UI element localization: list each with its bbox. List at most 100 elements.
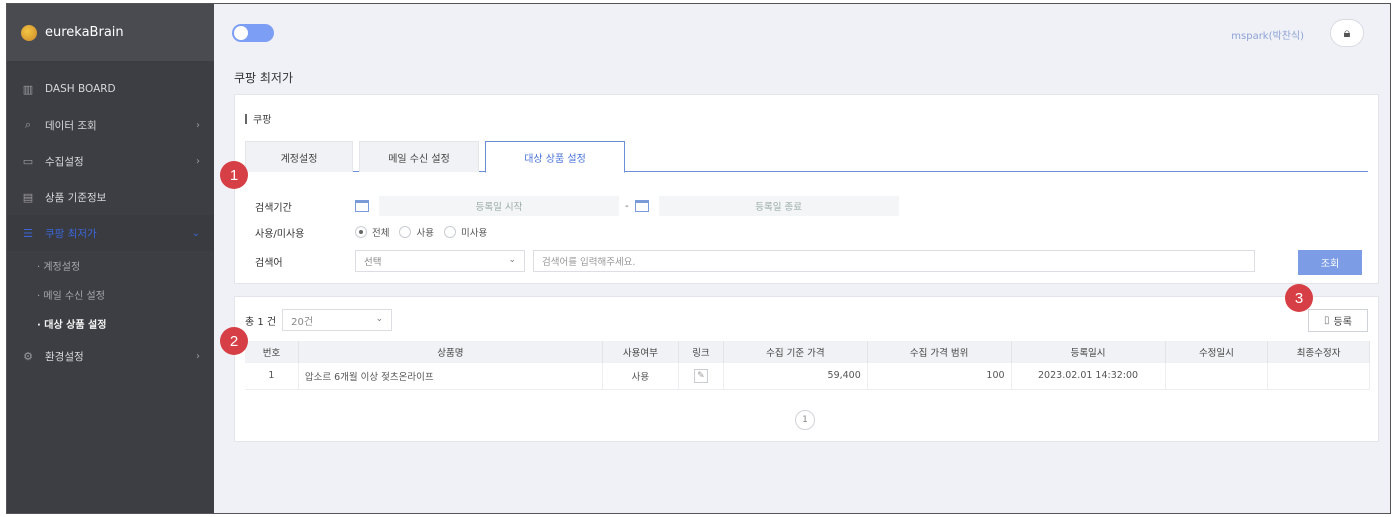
sidebar-item-label: 상품 기준정보 bbox=[45, 191, 107, 204]
bar-chart-icon: ▥ bbox=[22, 82, 34, 96]
cell-created: 2023.02.01 14:32:00 bbox=[1011, 363, 1166, 390]
sidebar-item-data-search[interactable]: ⌕ 데이터 조회 › bbox=[7, 107, 214, 143]
result-card: 총 1 건 20건 ⌄ ▯ 등록 번호 상품명 사용여부 링크 수집 기준 가격… bbox=[234, 296, 1379, 442]
radio-label: 미사용 bbox=[460, 228, 488, 239]
keyword-row: 검색어 선택 ⌄ 검색어를 입력해주세요. bbox=[255, 250, 1255, 272]
date-start-input[interactable]: 등록일 시작 bbox=[379, 196, 619, 216]
chevron-right-icon: › bbox=[196, 350, 200, 362]
use-filter-row: 사용/미사용 전체 사용 미사용 bbox=[255, 221, 497, 243]
col-created[interactable]: 등록일시 bbox=[1011, 341, 1166, 363]
keyword-label: 검색어 bbox=[255, 257, 283, 269]
select-value: 선택 bbox=[364, 257, 382, 268]
sidebar-item-collect-settings[interactable]: ▭ 수집설정 › bbox=[7, 143, 214, 179]
keyword-input[interactable]: 검색어를 입력해주세요. bbox=[533, 250, 1255, 272]
col-modifier[interactable]: 최종수정자 bbox=[1267, 341, 1370, 363]
sidebar-item-label: 쿠팡 최저가 bbox=[45, 227, 97, 240]
use-label: 사용/미사용 bbox=[255, 228, 305, 240]
col-modified[interactable]: 수정일시 bbox=[1165, 341, 1269, 363]
date-label: 검색기간 bbox=[255, 202, 292, 214]
search-button[interactable]: 조회 bbox=[1298, 250, 1362, 275]
table-header: 번호 상품명 사용여부 링크 수집 기준 가격 수집 가격 범위 등록일시 수정… bbox=[245, 341, 1370, 363]
cell-name[interactable]: 압소르 6개월 이상 젖츠온라이프 bbox=[298, 363, 603, 390]
sidebar-item-label: 환경설정 bbox=[45, 350, 84, 363]
cell-use: 사용 bbox=[602, 363, 679, 390]
pagination-page[interactable]: 1 bbox=[795, 410, 815, 430]
date-end-input[interactable]: 등록일 종료 bbox=[658, 196, 899, 216]
radio-dot bbox=[443, 226, 456, 238]
chevron-down-icon: ⌄ bbox=[191, 227, 200, 239]
sidebar-item-label: 데이터 조회 bbox=[45, 119, 97, 132]
lock-icon: 🔒︎ bbox=[1343, 25, 1351, 41]
brand[interactable]: eurekaBrain bbox=[7, 4, 214, 61]
cell-no: 1 bbox=[245, 363, 299, 390]
calendar-icon[interactable] bbox=[634, 200, 649, 212]
sidebar-item-environment[interactable]: ⚙ 환경설정 › bbox=[7, 338, 214, 374]
keyword-type-select[interactable]: 선택 ⌄ bbox=[355, 250, 525, 272]
col-base-price[interactable]: 수집 기준 가격 bbox=[723, 341, 868, 363]
annotation-marker-2: 2 bbox=[220, 327, 248, 355]
col-name[interactable]: 상품명 bbox=[298, 341, 603, 363]
result-table: 번호 상품명 사용여부 링크 수집 기준 가격 수집 가격 범위 등록일시 수정… bbox=[245, 341, 1370, 390]
result-toolbar: 총 1 건 20건 ⌄ bbox=[245, 309, 393, 331]
radio-label: 전체 bbox=[372, 228, 390, 239]
chevron-down-icon: ⌄ bbox=[375, 314, 384, 324]
col-link[interactable]: 링크 bbox=[678, 341, 725, 363]
link-icon[interactable]: ✎ bbox=[693, 368, 708, 383]
radio-all[interactable]: 전체 bbox=[355, 225, 389, 239]
cell-link: ✎ bbox=[678, 363, 725, 390]
sidebar-item-product-info[interactable]: ▤ 상품 기준정보 bbox=[7, 179, 214, 215]
page-title: 쿠팡 최저가 bbox=[234, 71, 294, 85]
sidebar: eurekaBrain ▥ DASH BOARD ⌕ 데이터 조회 › ▭ 수집… bbox=[7, 4, 214, 513]
radio-used[interactable]: 사용 bbox=[399, 225, 434, 239]
cell-base-price: 59,400 bbox=[723, 363, 868, 390]
document-icon: ▤ bbox=[22, 190, 34, 204]
tab-target-product[interactable]: 대상 상품 설정 bbox=[485, 141, 625, 173]
chevron-right-icon: › bbox=[196, 155, 200, 167]
sidebar-item-label: DASH BOARD bbox=[45, 83, 116, 95]
calendar-icon[interactable] bbox=[355, 200, 369, 212]
chevron-down-icon: ⌄ bbox=[508, 255, 516, 265]
radio-unused[interactable]: 미사용 bbox=[443, 225, 488, 239]
radio-dot bbox=[399, 226, 412, 238]
table-row[interactable]: 1 압소르 6개월 이상 젖츠온라이프 사용 ✎ 59,400 100 2023… bbox=[245, 363, 1370, 390]
list-icon: ☰ bbox=[23, 226, 33, 240]
tab-account-settings[interactable]: 계정설정 bbox=[245, 141, 353, 172]
tab-mail-settings[interactable]: 메일 수신 설정 bbox=[359, 141, 479, 172]
register-button[interactable]: ▯ 등록 bbox=[1308, 309, 1368, 332]
sidebar-toggle[interactable] bbox=[232, 24, 274, 42]
radio-label: 사용 bbox=[416, 228, 434, 239]
search-icon: ⌕ bbox=[24, 118, 32, 131]
cell-modifier bbox=[1267, 363, 1370, 390]
breadcrumb: 쿠팡 bbox=[245, 111, 271, 126]
lock-button[interactable]: 🔒︎ bbox=[1330, 19, 1364, 47]
subitem-target-product[interactable]: · 대상 상품 설정 bbox=[7, 309, 214, 338]
sidebar-item-coupang-lowest[interactable]: ☰ 쿠팡 최저가 ⌄ bbox=[7, 215, 214, 251]
date-range-row: 검색기간 등록일 시작 - 등록일 종료 bbox=[255, 195, 899, 217]
main-content: mspark(박찬식) 🔒︎ 쿠팡 최저가 쿠팡 계정설정 메일 수신 설정 대… bbox=[214, 4, 1390, 513]
page-size-value: 20건 bbox=[291, 316, 314, 328]
sidebar-item-dashboard[interactable]: ▥ DASH BOARD bbox=[7, 71, 214, 107]
app-frame: eurekaBrain ▥ DASH BOARD ⌕ 데이터 조회 › ▭ 수집… bbox=[6, 3, 1391, 514]
tab-bar: 계정설정 메일 수신 설정 대상 상품 설정 bbox=[245, 135, 1368, 173]
annotation-marker-1: 1 bbox=[220, 161, 248, 189]
chevron-right-icon: › bbox=[196, 119, 200, 131]
brand-name: eurekaBrain bbox=[45, 25, 124, 40]
document-icon: ▯ bbox=[1324, 315, 1330, 326]
page-size-select[interactable]: 20건 ⌄ bbox=[282, 309, 393, 331]
annotation-marker-3: 3 bbox=[1285, 284, 1313, 312]
cell-modified bbox=[1165, 363, 1269, 390]
user-name: mspark(박찬식) bbox=[1231, 31, 1304, 42]
cell-range: 100 bbox=[867, 363, 1012, 390]
col-range[interactable]: 수집 가격 범위 bbox=[867, 341, 1012, 363]
subitem-mail[interactable]: · 메일 수신 설정 bbox=[7, 280, 214, 309]
subitem-account[interactable]: · 계정설정 bbox=[7, 251, 214, 280]
col-no[interactable]: 번호 bbox=[245, 341, 299, 363]
brand-logo-icon bbox=[21, 24, 37, 41]
filter-card: 쿠팡 계정설정 메일 수신 설정 대상 상품 설정 검색기간 등록일 시작 - … bbox=[234, 94, 1379, 284]
topbar: mspark(박찬식) 🔒︎ bbox=[214, 4, 1390, 61]
radio-dot bbox=[355, 226, 367, 238]
settings-icon: ▭ bbox=[22, 154, 34, 168]
col-use[interactable]: 사용여부 bbox=[602, 341, 679, 363]
sidebar-item-label: 수집설정 bbox=[45, 155, 84, 168]
total-count: 총 1 건 bbox=[245, 316, 277, 328]
